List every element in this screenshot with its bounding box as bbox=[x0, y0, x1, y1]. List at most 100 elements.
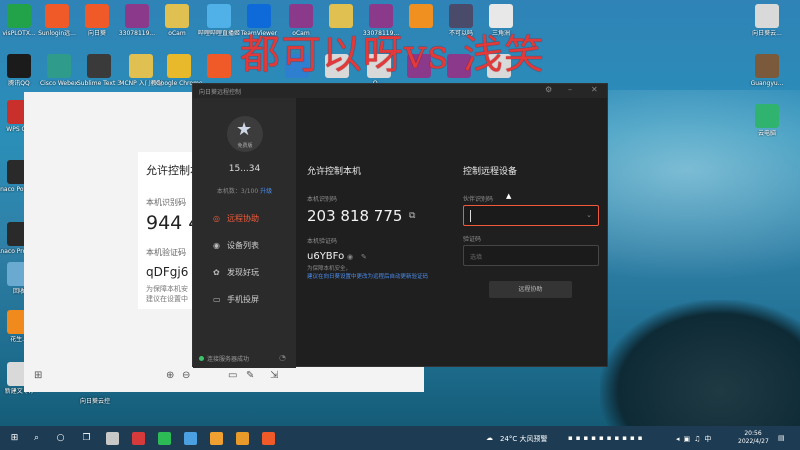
taskbar-wechat-icon[interactable] bbox=[158, 432, 171, 445]
overlay-title: 都可以呀vs 浅笑 bbox=[240, 32, 545, 78]
upgrade-link[interactable]: 升级 bbox=[260, 188, 272, 195]
zoom-in-icon[interactable]: ⊕ bbox=[166, 370, 178, 382]
star-icon: ★ bbox=[236, 119, 253, 140]
desktop-icon-label: Guangyu... bbox=[750, 80, 784, 87]
avatar[interactable]: ★ 免费版 bbox=[227, 116, 263, 152]
titlebar: 向日葵远程控制 ⚙ – ✕ bbox=[193, 84, 607, 98]
desktop-icon[interactable]: 向日葵云... bbox=[744, 4, 790, 37]
system-tray-icons[interactable]: ◂▣♫中 bbox=[676, 434, 715, 444]
verify-code-label: 本机验证码 bbox=[307, 238, 338, 245]
app-icon bbox=[125, 4, 149, 28]
notification-icon[interactable]: ▤ bbox=[778, 434, 785, 442]
settings-icon[interactable]: ⚙ bbox=[545, 85, 552, 94]
taskbar-app6-icon[interactable] bbox=[236, 432, 249, 445]
taskbar-taskview-icon[interactable]: ❐ bbox=[80, 432, 93, 445]
taskbar-app2-icon[interactable] bbox=[132, 432, 145, 445]
app-icon bbox=[87, 54, 111, 78]
desktop-icon[interactable]: Sublime Text 3 bbox=[76, 54, 122, 87]
verify-input-label: 验证码 bbox=[463, 236, 482, 243]
nav-screen-cast[interactable]: ▭ 手机投屏 bbox=[213, 294, 259, 305]
chevron-down-icon[interactable]: ⌄ bbox=[586, 211, 592, 219]
zoom-out-icon[interactable]: ⊖ bbox=[182, 370, 194, 382]
background-allow-control-card: 允许控制本 本机识别码 944 4 本机验证码 qDFgj6 为保障本机安建议在… bbox=[138, 152, 193, 309]
text-caret bbox=[470, 210, 471, 222]
weather-icon[interactable]: ☁ bbox=[486, 434, 493, 442]
taskbar-cortana-icon[interactable]: ○ bbox=[54, 432, 67, 445]
app-icon bbox=[45, 4, 69, 28]
local-id-value: 203 818 775 bbox=[307, 207, 403, 225]
avatar-label: 免费版 bbox=[237, 143, 253, 149]
app-icon bbox=[207, 54, 231, 78]
connection-status: 连接服务器成功 bbox=[199, 354, 249, 363]
feedback-icon[interactable]: ◔ bbox=[279, 353, 286, 362]
app-icon bbox=[167, 54, 191, 78]
status-dot-icon bbox=[199, 356, 204, 361]
close-icon[interactable]: ✕ bbox=[591, 85, 598, 94]
security-note: 为保障本机安全， 建议在向日葵设置中更改为远程后自动更新验证码 bbox=[307, 266, 429, 280]
taskbar-app4-icon[interactable] bbox=[184, 432, 197, 445]
card-title: 允许控制本 bbox=[146, 164, 193, 177]
card-id-label: 本机识别码 bbox=[146, 198, 186, 207]
remote-assist-icon: ◎ bbox=[213, 214, 220, 223]
app-icon bbox=[47, 54, 71, 78]
desktop-icon[interactable] bbox=[196, 54, 242, 80]
desktop-icon-label: 向日葵云... bbox=[752, 30, 782, 37]
taskbar-start-icon[interactable]: ⊞ bbox=[8, 432, 21, 445]
desktop-icon[interactable]: Guangyu... bbox=[744, 54, 790, 87]
device-count: 本机数：3/100 升级 bbox=[216, 188, 273, 195]
window-title: 向日葵远程控制 bbox=[199, 89, 242, 96]
app-icon bbox=[207, 4, 231, 28]
app-icon bbox=[755, 104, 779, 128]
nav-device-list[interactable]: ◉ 设备列表 bbox=[213, 240, 259, 251]
app-icon bbox=[755, 4, 779, 28]
eye-icon[interactable]: ◉ bbox=[347, 253, 353, 261]
app-icon bbox=[7, 54, 31, 78]
app-icon bbox=[755, 54, 779, 78]
tray-icons[interactable]: ▪▪▪▪▪▪▪▪▪▪ bbox=[568, 434, 645, 442]
export-icon[interactable]: ⇲ bbox=[270, 370, 282, 382]
minimize-icon[interactable]: – bbox=[568, 85, 572, 94]
nav-remote-assist[interactable]: ◎ 远程协助 bbox=[213, 213, 259, 224]
clock[interactable]: 20:56 2022/4/27 bbox=[738, 430, 769, 446]
edit-icon[interactable]: ✎ bbox=[361, 253, 367, 261]
app-icon bbox=[7, 4, 31, 28]
pen-icon[interactable]: ✎ bbox=[246, 370, 258, 382]
card-note: 为保障本机安 建议在设置中 bbox=[146, 285, 188, 303]
nav-discover[interactable]: ✿ 发现好玩 bbox=[213, 267, 259, 278]
desktop-icon-label: 向日葵云控 bbox=[80, 398, 111, 405]
taskbar-app1-icon[interactable] bbox=[106, 432, 119, 445]
taskbar-app5-icon[interactable] bbox=[210, 432, 223, 445]
desktop-icon-label: oCam bbox=[168, 30, 186, 37]
sidebar: ★ 免费版 15...34 本机数：3/100 升级 ◎ 远程协助 ◉ 设备列表 ✿… bbox=[193, 98, 296, 368]
copy-icon[interactable]: ⧉ bbox=[409, 211, 415, 221]
local-id-label: 本机识别码 bbox=[307, 196, 338, 203]
verify-code-value: u6YBFo bbox=[307, 251, 345, 262]
allow-control-title: 允许控制本机 bbox=[307, 167, 362, 177]
wallpaper-rock bbox=[600, 300, 800, 430]
taskbar-search-icon[interactable]: ⌕ bbox=[30, 432, 43, 445]
card-code-label: 本机验证码 bbox=[146, 248, 186, 257]
taskbar-sunlogin-icon[interactable] bbox=[262, 432, 275, 445]
partner-id-input[interactable]: ⌄ bbox=[463, 205, 599, 226]
weather-text[interactable]: 24°C 大风预警 bbox=[500, 434, 548, 444]
taskbar: ⊞ ⌕ ○ ❐ ☁ 24°C 大风预警 ▪▪▪▪▪▪▪▪▪▪ ◂▣♫中 20:56 20… bbox=[0, 426, 800, 450]
control-remote-title: 控制远程设备 bbox=[463, 167, 518, 177]
card-id-value: 944 4 bbox=[146, 212, 193, 234]
username: 15...34 bbox=[228, 164, 261, 174]
desktop-icon-label: Sublime Text 3 bbox=[76, 80, 122, 87]
app-icon bbox=[129, 54, 153, 78]
partner-id-label: 伙伴识别码 bbox=[463, 196, 494, 203]
card-code-value: qDFgj6 bbox=[146, 265, 189, 279]
app-icon bbox=[165, 4, 189, 28]
sunlogin-window: 向日葵远程控制 ⚙ – ✕ ★ 免费版 15...34 本机数：3/100 升级… bbox=[192, 83, 608, 368]
phone-cast-icon: ▭ bbox=[213, 295, 221, 304]
mouse-cursor-icon: ▲ bbox=[506, 192, 512, 200]
desktop-icon[interactable]: 云电脑 bbox=[744, 104, 790, 137]
app-icon bbox=[85, 4, 109, 28]
remote-assist-button[interactable]: 远程协助 bbox=[489, 281, 572, 298]
grid-icon[interactable]: ⊞ bbox=[34, 370, 46, 382]
verify-code-input[interactable]: 选填 bbox=[463, 245, 599, 266]
desktop-icon[interactable]: oCam bbox=[154, 4, 200, 37]
discover-icon: ✿ bbox=[213, 268, 220, 277]
camera-icon[interactable]: ▭ bbox=[228, 370, 240, 382]
